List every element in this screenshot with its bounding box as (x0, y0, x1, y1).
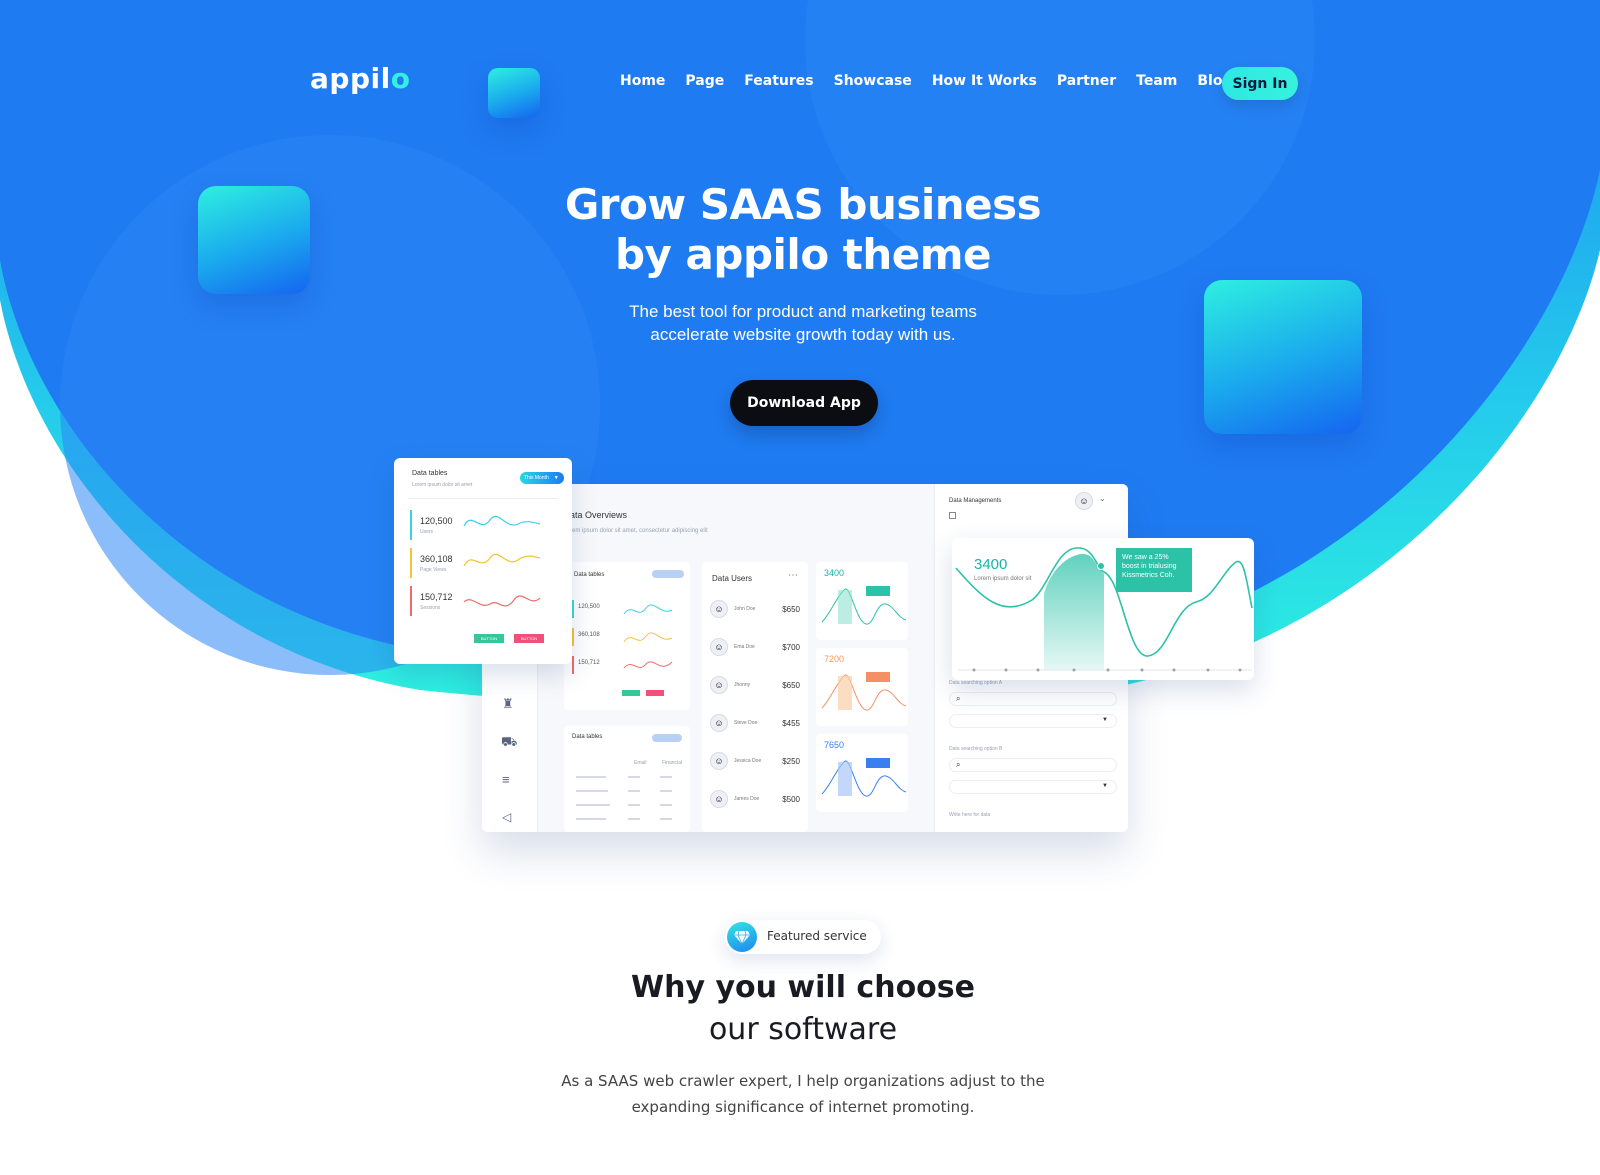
avatar: ☺ (710, 752, 728, 770)
inner-table-card: Data tables Email Financial (564, 726, 690, 832)
user-name: James Doe (734, 796, 760, 802)
profile-avatar: ☺ (1075, 492, 1093, 510)
overview-subtitle: rem ipsum dolor sit amet, consectetur ad… (570, 528, 708, 534)
data-management-title: Data Managements (949, 498, 1002, 504)
decor-square-left (198, 186, 310, 294)
featured-badge: Featured service (725, 920, 881, 954)
user-amount: $500 (782, 794, 800, 804)
avatar: ☺ (710, 790, 728, 808)
nav-link-showcase[interactable]: Showcase (834, 73, 912, 89)
search-input[interactable]: ⌕ (949, 692, 1117, 706)
user-row[interactable]: ☺ James Doe $500 (702, 780, 808, 818)
diamond-icon (727, 922, 757, 952)
data-users-title: Data Users (712, 574, 753, 583)
chevron-down-icon: ⌄ (1099, 494, 1106, 503)
red-button[interactable]: BUTTON (514, 634, 544, 643)
sign-in-button[interactable]: Sign In (1222, 67, 1298, 100)
decor-square-right (1204, 280, 1362, 434)
search-input[interactable]: ⌕ (949, 758, 1117, 772)
nav-link-features[interactable]: Features (744, 73, 813, 89)
user-amount: $650 (782, 604, 800, 614)
nav-link-partner[interactable]: Partner (1057, 73, 1116, 89)
big-chart-graph (955, 547, 1253, 672)
user-name: John Doe (734, 606, 756, 612)
write-label: Write here for data (949, 812, 991, 818)
red-button-label: BUTTON (520, 636, 538, 641)
search-icon: ⌕ (956, 694, 961, 703)
user-amount: $250 (782, 756, 800, 766)
mini-chart-card: 7650 (816, 734, 908, 812)
big-chart-card: 3400 Lorem ipsum dolor sit We saw a 25% … (952, 538, 1254, 680)
search-option-a-label: Data searching option A (949, 680, 1003, 686)
mini-chart-graph (821, 672, 907, 711)
mini-chart-card: 3400 (816, 562, 908, 640)
mini-chart-graph (821, 586, 907, 625)
megaphone-icon: ◁ (502, 810, 512, 824)
landing-page: appilo Home Page Features Showcase How I… (0, 0, 1600, 1175)
user-amount: $700 (782, 642, 800, 652)
section-title-line1: Why you will choose (631, 970, 975, 1005)
hero-subtitle: The best tool for product and marketing … (560, 300, 1046, 346)
chart-tooltip-text: We saw a 25% boost in trialusing Kissmet… (1122, 554, 1177, 579)
mini-chart-card: 7200 (816, 648, 908, 726)
data-users-card: Data Users ⋯ ☺ John Doe $650 ☺ Ema Doe $… (702, 562, 808, 832)
user-row[interactable]: ☺ Ema Doe $700 (702, 628, 808, 666)
nav-link-how-it-works[interactable]: How It Works (932, 73, 1037, 89)
search-option-b-label: Data searching option B (949, 746, 1003, 752)
avatar: ☺ (710, 600, 728, 618)
inner-tables-card: Data tables 120,500 360,108 150,712 (564, 562, 690, 710)
sliders-icon: ≡ (502, 772, 510, 787)
caret-icon: ▼ (1102, 783, 1108, 789)
chart-tooltip: We saw a 25% boost in trialusing Kissmet… (1116, 548, 1192, 592)
user-name: Ema Doe (734, 644, 755, 650)
calendar-icon (949, 512, 956, 519)
inner-sparklines (572, 600, 673, 696)
hero-headline-line2: by appilo theme (614, 230, 992, 279)
user-amount: $650 (782, 680, 800, 690)
caret-icon: ▼ (1102, 717, 1108, 723)
avatar: ☺ (710, 638, 728, 656)
user-row[interactable]: ☺ Jhonny $650 (702, 666, 808, 704)
hero-subtitle-line1: The best tool for product and marketing … (629, 302, 977, 321)
overview-title: ata Overviews (570, 510, 628, 520)
section-paragraph: As a SAAS web crawler expert, I help org… (540, 1068, 1066, 1120)
user-amount: $455 (782, 718, 800, 728)
avatar: ☺ (710, 676, 728, 694)
user-row[interactable]: ☺ Jessica Doe $250 (702, 742, 808, 780)
user-row[interactable]: ☺ Steve Doe $455 (702, 704, 808, 742)
select-input[interactable]: ▼ (949, 714, 1117, 728)
nav-links: Home Page Features Showcase How It Works… (620, 73, 1252, 89)
hero-headline-line1: Grow SAAS business (564, 180, 1042, 229)
table-rows (576, 776, 672, 820)
trophy-icon: ♜ (502, 696, 514, 711)
more-icon: ⋯ (788, 570, 798, 581)
user-name: Steve Doe (734, 720, 758, 726)
section-paragraph-line1: As a SAAS web crawler expert, I help org… (561, 1072, 1045, 1090)
user-row[interactable]: ☺ John Doe $650 (702, 590, 808, 628)
user-name: Jessica Doe (734, 758, 762, 764)
section-paragraph-line2: expanding significance of internet promo… (631, 1098, 975, 1116)
user-name: Jhonny (734, 682, 751, 688)
hero-subtitle-line2: accelerate website growth today with us. (650, 325, 956, 344)
download-app-button[interactable]: Download App (730, 380, 878, 426)
mini-chart-graph (821, 758, 907, 797)
section-title-line2: our software (708, 1012, 898, 1047)
green-button[interactable]: BUTTON (474, 634, 504, 643)
hero-headline: Grow SAAS business by appilo theme (480, 180, 1126, 280)
logo[interactable]: appilo (310, 62, 410, 95)
top-nav: appilo Home Page Features Showcase How I… (0, 0, 1600, 160)
avatar: ☺ (710, 714, 728, 732)
nav-link-home[interactable]: Home (620, 73, 665, 89)
nav-link-team[interactable]: Team (1136, 73, 1177, 89)
nav-link-page[interactable]: Page (685, 73, 724, 89)
featured-badge-label: Featured service (767, 929, 867, 943)
select-input[interactable]: ▼ (949, 780, 1117, 794)
green-button-label: BUTTON (480, 636, 498, 641)
data-tables-card: Data tables Lorem ipsum dolor sit amet T… (394, 458, 572, 664)
cart-icon: ⛟ (501, 734, 518, 749)
search-icon: ⌕ (956, 760, 961, 769)
